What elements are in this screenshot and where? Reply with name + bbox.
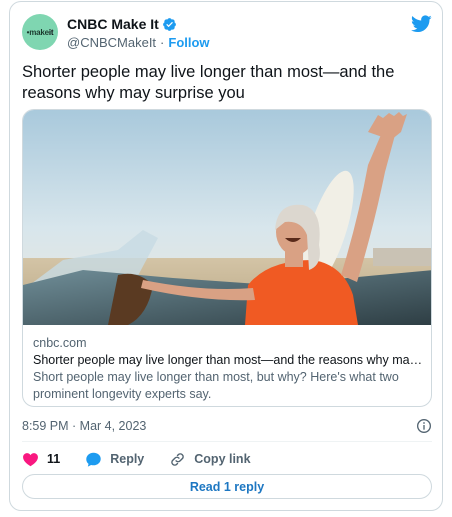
divider: [22, 441, 432, 442]
author-handle-row: @CNBCMakeIt · Follow: [67, 35, 210, 50]
tweet-text: Shorter people may live longer than most…: [22, 63, 395, 102]
link-icon: [171, 452, 185, 466]
article-photo: [23, 110, 431, 325]
link-description: Short people may live longer than most, …: [33, 370, 399, 401]
follow-link[interactable]: Follow: [168, 35, 209, 50]
avatar-logo-text-highlight: it: [48, 27, 54, 37]
like-count: 11: [47, 452, 61, 466]
reply-bubble-icon: [86, 452, 101, 467]
tweet-timestamp[interactable]: 8:59 PM · Mar 4, 2023: [22, 419, 146, 433]
reply-label: Reply: [110, 452, 145, 466]
link-preview-body: cnbc.com Shorter people may live longer …: [33, 334, 425, 403]
heart-icon: [23, 452, 38, 466]
avatar-logo-text: •make: [26, 27, 49, 37]
twitter-bird-icon[interactable]: [411, 15, 432, 33]
copy-link-button[interactable]: Copy link: [169, 451, 251, 468]
reply-button[interactable]: Reply: [85, 451, 144, 468]
timestamp-row: 8:59 PM · Mar 4, 2023: [22, 416, 432, 436]
read-replies-button[interactable]: Read 1 reply: [22, 474, 432, 499]
author-handle[interactable]: @CNBCMakeIt: [67, 35, 156, 50]
link-domain: cnbc.com: [33, 336, 87, 350]
tweet-header: •make it CNBC Make It @CNBCMakeIt · Follo…: [22, 12, 432, 56]
separator-dot: ·: [160, 35, 165, 50]
author-avatar[interactable]: •make it: [22, 14, 58, 50]
author-name[interactable]: CNBC Make It: [67, 16, 159, 32]
like-button[interactable]: 11: [22, 451, 60, 468]
tweet-embed-card: •make it CNBC Make It @CNBCMakeIt · Follo…: [9, 1, 443, 511]
link-preview-card[interactable]: cnbc.com Shorter people may live longer …: [22, 109, 432, 407]
author-name-row[interactable]: CNBC Make It: [67, 16, 177, 32]
link-title: Shorter people may live longer than most…: [33, 353, 425, 367]
info-icon[interactable]: [416, 418, 432, 434]
verified-badge-icon: [162, 17, 176, 31]
tweet-actions: 11 Reply Copy link: [22, 448, 276, 470]
copy-link-label: Copy link: [194, 452, 251, 466]
